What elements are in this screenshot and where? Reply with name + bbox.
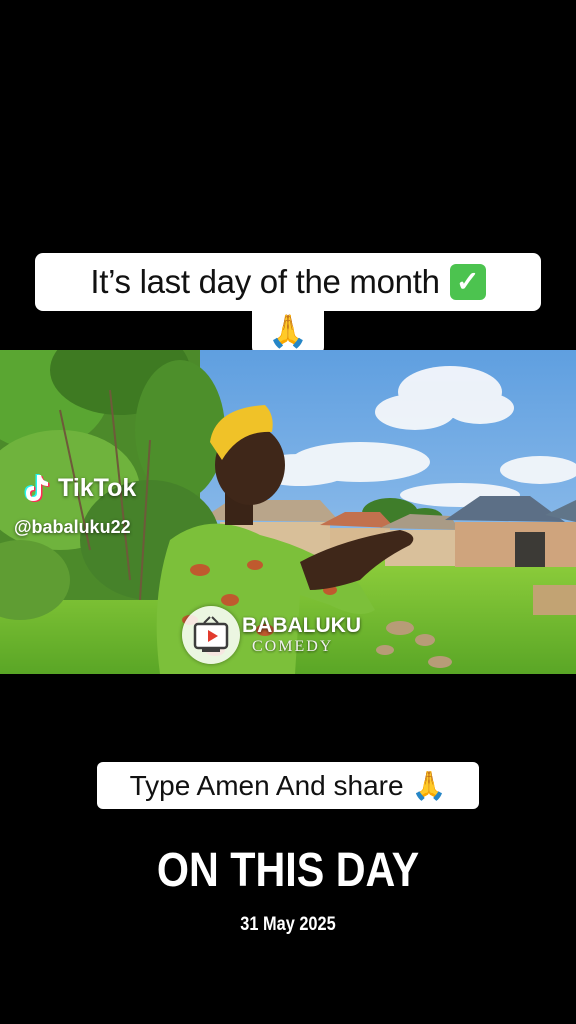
top-caption-text: It’s last day of the month [90,263,440,300]
tiktok-brand-label: TikTok [58,473,137,502]
tiktok-handle: @babaluku22 [14,517,131,537]
memory-date: 31 May 2025 [240,914,336,935]
on-this-day-title: ON THIS DAY [156,844,420,897]
tv-play-icon [182,606,240,664]
brand-subtitle: COMEDY [252,638,334,655]
bottom-caption: Type Amen And share 🙏 [97,762,479,809]
tiktok-logo-icon [24,474,50,502]
tiktok-watermark: TikTok [18,471,136,505]
praying-hands-icon: 🙏 [268,312,308,349]
brand-logo: BABALUKU COMEDY [182,606,361,664]
bottom-caption-text: Type Amen And share [129,769,404,801]
check-mark-icon: ✓ [449,264,486,300]
brand-name: BABALUKU [242,614,361,637]
screen: It’s last day of the month ✓ 🙏 TikTok @b… [0,0,576,1024]
praying-hands-icon: 🙏 [411,769,447,801]
top-caption-emoji-row: 🙏 [252,306,324,355]
top-caption: It’s last day of the month ✓ [35,253,541,311]
